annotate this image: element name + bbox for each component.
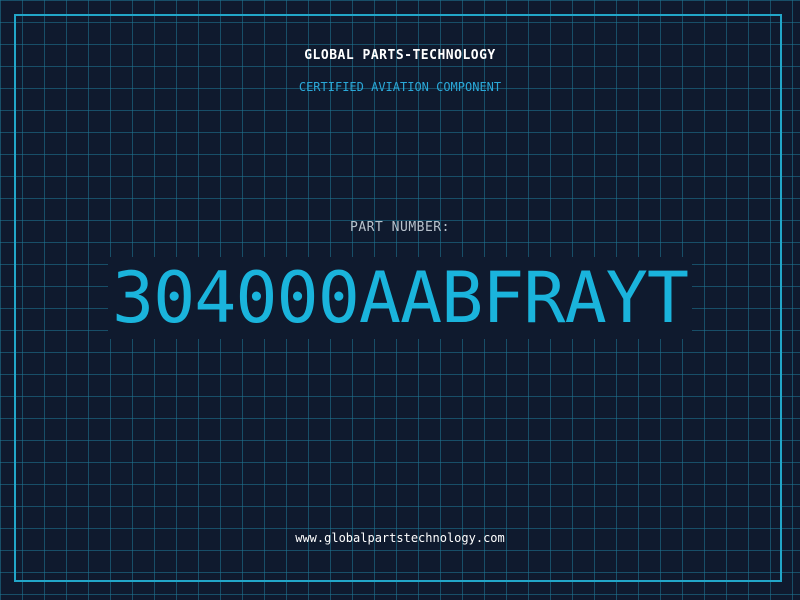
label-canvas: GLOBAL PARTS-TECHNOLOGY CERTIFIED AVIATI…	[0, 0, 800, 600]
part-number-text: 304000AABFRAYT	[107, 257, 692, 339]
company-name: GLOBAL PARTS-TECHNOLOGY	[304, 48, 496, 63]
website-url: www.globalpartstechnology.com	[295, 531, 505, 545]
part-number-label: PART NUMBER:	[350, 220, 450, 235]
tagline: CERTIFIED AVIATION COMPONENT	[298, 80, 502, 94]
part-number-value: 304000AABFRAYT	[0, 257, 800, 339]
